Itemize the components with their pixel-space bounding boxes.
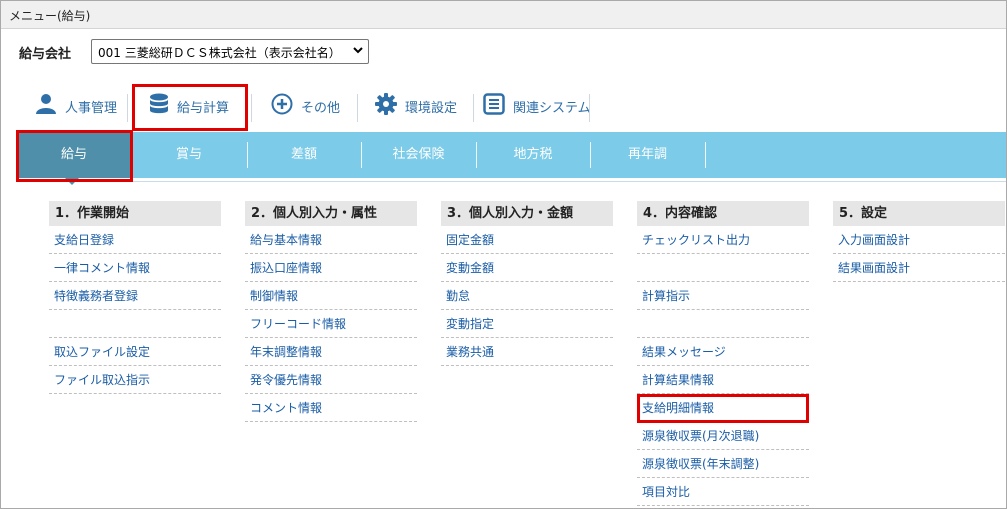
plus-circle-icon xyxy=(271,93,293,119)
window-title: メニュー(給与) xyxy=(9,9,91,23)
company-select-value: 001 三菱総研ＤＣＳ株式会社（表示会社名） xyxy=(98,46,341,60)
nav-label: 人事管理 xyxy=(65,100,118,116)
menu-column-start: 1．作業開始 支給日登録 一律コメント情報 特徴義務者登録 取込ファイル設定 フ… xyxy=(49,201,221,394)
column-heading: 1．作業開始 xyxy=(49,201,221,226)
tab-underline xyxy=(17,181,1006,182)
menu-link[interactable]: 項目対比 xyxy=(637,478,809,506)
column-heading: 4．内容確認 xyxy=(637,201,809,226)
menu-link[interactable]: チェックリスト出力 xyxy=(637,226,809,254)
menu-link[interactable]: 源泉徴収票(年末調整) xyxy=(637,450,809,478)
tab-year-end-readjust[interactable]: 再年調 xyxy=(590,132,705,178)
tab-difference[interactable]: 差額 xyxy=(247,132,361,178)
menu-link[interactable]: 入力画面設計 xyxy=(833,226,1005,254)
menu-link[interactable]: 取込ファイル設定 xyxy=(49,338,221,366)
gear-icon xyxy=(375,93,397,119)
nav-item-payroll[interactable]: 給与計算 xyxy=(149,86,229,126)
company-select[interactable]: 001 三菱総研ＤＣＳ株式会社（表示会社名） xyxy=(91,39,369,64)
menu-link[interactable]: 結果メッセージ xyxy=(637,338,809,366)
column-heading: 3．個人別入力・金額 xyxy=(441,201,613,226)
menu-link[interactable]: 支給日登録 xyxy=(49,226,221,254)
menu-link[interactable]: 支給明細情報 xyxy=(637,394,809,422)
menu-link[interactable]: 勤怠 xyxy=(441,282,613,310)
column-heading: 2．個人別入力・属性 xyxy=(245,201,417,226)
tab-bonus[interactable]: 賞与 xyxy=(131,132,247,178)
menu-link[interactable]: 特徴義務者登録 xyxy=(49,282,221,310)
database-icon xyxy=(149,93,169,119)
nav-label: 環境設定 xyxy=(405,100,458,116)
nav-divider xyxy=(589,94,590,122)
nav-item-other[interactable]: その他 xyxy=(271,86,340,126)
menu-window: メニュー(給与) 給与会社 001 三菱総研ＤＣＳ株式会社（表示会社名） 人事管… xyxy=(0,0,1007,509)
company-label: 給与会社 xyxy=(19,47,72,62)
nav-label: 関連システム xyxy=(513,100,591,116)
menu-link-empty xyxy=(637,254,809,282)
menu-link[interactable]: 制御情報 xyxy=(245,282,417,310)
nav-divider xyxy=(251,94,252,122)
menu-link[interactable]: 計算結果情報 xyxy=(637,366,809,394)
menu-link-empty xyxy=(49,310,221,338)
tab-social-insurance[interactable]: 社会保険 xyxy=(361,132,476,178)
nav-item-hr[interactable]: 人事管理 xyxy=(35,86,117,126)
nav-item-related[interactable]: 関連システム xyxy=(483,86,591,126)
menu-link[interactable]: 振込口座情報 xyxy=(245,254,417,282)
nav-label: 給与計算 xyxy=(177,100,230,116)
chevron-down-icon xyxy=(352,44,364,59)
nav-label: その他 xyxy=(301,100,341,116)
nav-divider xyxy=(127,94,128,122)
menu-link[interactable]: フリーコード情報 xyxy=(245,310,417,338)
nav-divider xyxy=(357,94,358,122)
menu-column-review: 4．内容確認 チェックリスト出力 計算指示 結果メッセージ 計算結果情報 支給明… xyxy=(637,201,809,506)
menu-column-settings: 5．設定 入力画面設計 結果画面設計 xyxy=(833,201,1005,282)
menu-link-empty xyxy=(637,310,809,338)
menu-column-amounts: 3．個人別入力・金額 固定金額 変動金額 勤怠 変動指定 業務共通 xyxy=(441,201,613,366)
menu-link[interactable]: 結果画面設計 xyxy=(833,254,1005,282)
menu-link[interactable]: 固定金額 xyxy=(441,226,613,254)
tab-payroll[interactable]: 給与 xyxy=(17,132,131,178)
menu-link[interactable]: 発令優先情報 xyxy=(245,366,417,394)
menu-link[interactable]: 年末調整情報 xyxy=(245,338,417,366)
tab-divider xyxy=(705,142,706,168)
list-box-icon xyxy=(483,93,505,119)
menu-column-attributes: 2．個人別入力・属性 給与基本情報 振込口座情報 制御情報 フリーコード情報 年… xyxy=(245,201,417,422)
menu-link[interactable]: 計算指示 xyxy=(637,282,809,310)
column-heading: 5．設定 xyxy=(833,201,1005,226)
title-bar: メニュー(給与) xyxy=(1,1,1006,29)
tab-bar: 給与 賞与 差額 社会保険 地方税 再年調 xyxy=(17,132,1006,178)
person-icon xyxy=(35,93,57,119)
menu-link[interactable]: ファイル取込指示 xyxy=(49,366,221,394)
menu-link[interactable]: 源泉徴収票(月次退職) xyxy=(637,422,809,450)
menu-link[interactable]: 業務共通 xyxy=(441,338,613,366)
menu-link[interactable]: 給与基本情報 xyxy=(245,226,417,254)
menu-link[interactable]: コメント情報 xyxy=(245,394,417,422)
tab-local-tax[interactable]: 地方税 xyxy=(476,132,590,178)
menu-link[interactable]: 変動指定 xyxy=(441,310,613,338)
menu-link[interactable]: 一律コメント情報 xyxy=(49,254,221,282)
menu-link[interactable]: 変動金額 xyxy=(441,254,613,282)
nav-item-settings[interactable]: 環境設定 xyxy=(375,86,457,126)
nav-divider xyxy=(473,94,474,122)
